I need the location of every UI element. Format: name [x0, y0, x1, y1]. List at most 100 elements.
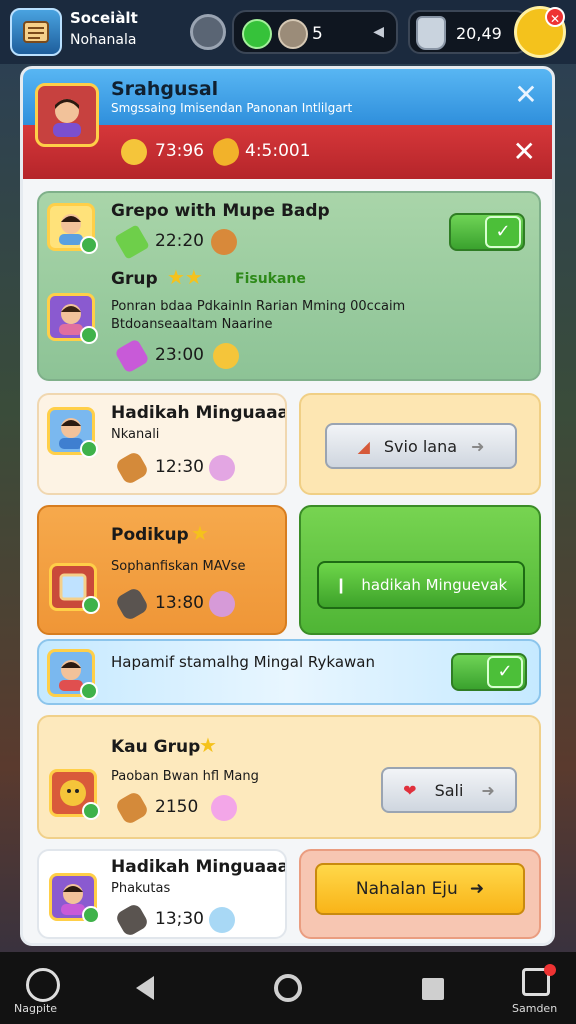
app-logo-icon[interactable] — [10, 8, 62, 56]
close-icon[interactable]: ✕ — [510, 79, 542, 111]
check-icon: ✓ — [487, 656, 523, 688]
silver-bolt-icon — [114, 586, 150, 622]
bar-icon: ❙ — [334, 576, 348, 594]
panel-title: Srahgusal — [111, 78, 219, 100]
group-value-1: 22:20 — [155, 231, 204, 251]
green-feather-icon — [114, 224, 150, 260]
purple-flask-icon — [114, 338, 150, 374]
last-title: Hadikah Minguaaah — [111, 857, 287, 877]
close-icon[interactable]: ✕ — [513, 135, 536, 168]
bread-icon — [114, 790, 150, 826]
last-card: Hadikah Minguaaah Phakutas 13;30 — [37, 849, 287, 939]
podikup-title: Podikup — [111, 525, 189, 545]
kau-action-button[interactable]: ❤ Sali ➜ — [381, 767, 517, 813]
player-avatar[interactable] — [35, 83, 99, 147]
notification-badge: ✕ — [545, 7, 565, 27]
last-action-card: Nahalan Eju ➜ — [299, 849, 541, 939]
trophy-cup-icon — [416, 16, 446, 50]
purple-token-icon — [209, 455, 235, 481]
group-description-line1: Ponran bdaa Pdkainln Rarian Mming 00ccai… — [111, 299, 406, 314]
recents-icon[interactable] — [422, 978, 444, 1000]
member-avatar[interactable] — [47, 649, 98, 700]
level-badge — [80, 440, 98, 458]
coin-value: 20,49 — [456, 24, 502, 43]
group-card: Grepo with Mupe Badp 22:20 ✓ Grup ★★ Fis… — [37, 191, 541, 381]
kau-card: Kau Grup ★ Paoban Bwan hfl Mang 2150 ❤ S… — [37, 715, 541, 839]
strip-toggle[interactable]: ✓ — [451, 653, 527, 691]
arrow-right-icon: ➜ — [469, 879, 485, 899]
weekly-title: Hadikah Minguaaal — [111, 403, 287, 423]
star-icon: ★ — [191, 521, 209, 545]
podikup-card: Podikup ★ Sophanfiskan MAVse 13:80 — [37, 505, 287, 635]
level-badge — [82, 596, 100, 614]
weekly-action-button[interactable]: ◢ Svio lana ➜ — [325, 423, 517, 469]
arrow-right-icon: ➜ — [471, 436, 485, 456]
chevron-left-icon: ◀ — [373, 24, 384, 40]
group-status: Fisukane — [235, 271, 306, 287]
resource-pill[interactable]: 5 ◀ — [232, 10, 398, 54]
silver-bolt-icon — [114, 902, 150, 937]
axe-icon: ◢ — [357, 436, 370, 456]
heart-icon: ❤ — [403, 780, 417, 800]
level-badge — [82, 906, 100, 924]
group-description-line2: Btdoanseaaltam Naarine — [111, 317, 273, 332]
member-avatar[interactable] — [47, 203, 98, 254]
level-badge — [80, 326, 98, 344]
star-icon: ★ — [199, 733, 217, 757]
kau-title: Kau Grup — [111, 737, 201, 757]
scroll-avatar[interactable] — [49, 563, 100, 614]
panel-subtitle: Smgssaing Imisendan Panonan Intlilgart — [111, 101, 353, 115]
level-badge — [80, 236, 98, 254]
friend-face-icon — [278, 19, 308, 49]
bread-icon — [114, 450, 150, 486]
panel-header: Srahgusal Smgssaing Imisendan Panonan In… — [23, 69, 552, 125]
app-title: Soceiàlt — [70, 9, 138, 27]
profile-button[interactable]: ✕ — [514, 6, 566, 58]
pink-smiley-icon — [211, 795, 237, 821]
weekly-subtitle: Nkanali — [111, 427, 160, 442]
coin-counter[interactable]: 20,49 — [408, 10, 528, 54]
member-avatar[interactable] — [49, 873, 100, 924]
group-title: Grepo with Mupe Badp — [111, 201, 330, 221]
navigate-label: Nagpite — [14, 1002, 58, 1015]
green-gem-icon — [242, 19, 272, 49]
last-action-button[interactable]: Nahalan Eju ➜ — [315, 863, 525, 915]
social-panel: Srahgusal Smgssaing Imisendan Panonan In… — [20, 66, 555, 946]
group-value-2: 23:00 — [155, 345, 204, 365]
top-hud: Soceiàlt Nohanala 5 ◀ 20,49 ✕ — [0, 0, 576, 64]
notification-dot — [544, 964, 556, 976]
podikup-action-button[interactable]: ❙ hadikah Minguevak — [317, 561, 525, 609]
bean-coin-icon — [209, 135, 243, 169]
settings-gear-icon[interactable] — [190, 14, 226, 50]
weekly-action-label: Svio lana — [383, 436, 458, 456]
kau-subtitle: Paoban Bwan hfl Mang — [111, 769, 259, 784]
podikup-value: 13:80 — [155, 593, 204, 613]
strip-label: Hapamif stamalhg Mingal Rykawan — [111, 653, 375, 671]
friend-count: 5 — [312, 24, 323, 44]
weekly-card: Hadikah Minguaaal Nkanali 12:30 — [37, 393, 287, 495]
group-label: Grup — [111, 269, 158, 289]
podikup-action-card: ❙ hadikah Minguevak — [299, 505, 541, 635]
last-action-label: Nahalan Eju — [355, 879, 458, 899]
currency-value-1: 73:96 — [155, 141, 204, 161]
navigate-icon[interactable] — [26, 968, 60, 1002]
kau-value: 2150 — [155, 797, 199, 817]
weekly-action-card: ◢ Svio lana ➜ — [299, 393, 541, 495]
star-icon: ★★ — [167, 265, 203, 289]
blue-token-icon — [209, 907, 235, 933]
pet-avatar[interactable] — [49, 769, 100, 820]
level-badge — [82, 802, 100, 820]
member-avatar[interactable] — [47, 293, 98, 344]
level-badge — [80, 682, 98, 700]
purple-token-icon — [209, 591, 235, 617]
member-avatar[interactable] — [47, 407, 98, 458]
currency-bar: 73:96 4:5:001 ✕ — [23, 125, 552, 179]
inbox-label: Samden — [512, 1002, 558, 1015]
back-icon[interactable] — [136, 976, 154, 1000]
group-toggle[interactable]: ✓ — [449, 213, 525, 251]
currency-value-2: 4:5:001 — [245, 141, 311, 161]
check-icon: ✓ — [485, 216, 521, 248]
strip-card: Hapamif stamalhg Mingal Rykawan ✓ — [37, 639, 541, 705]
home-icon[interactable] — [274, 974, 302, 1002]
podikup-subtitle: Sophanfiskan MAVse — [111, 559, 246, 574]
